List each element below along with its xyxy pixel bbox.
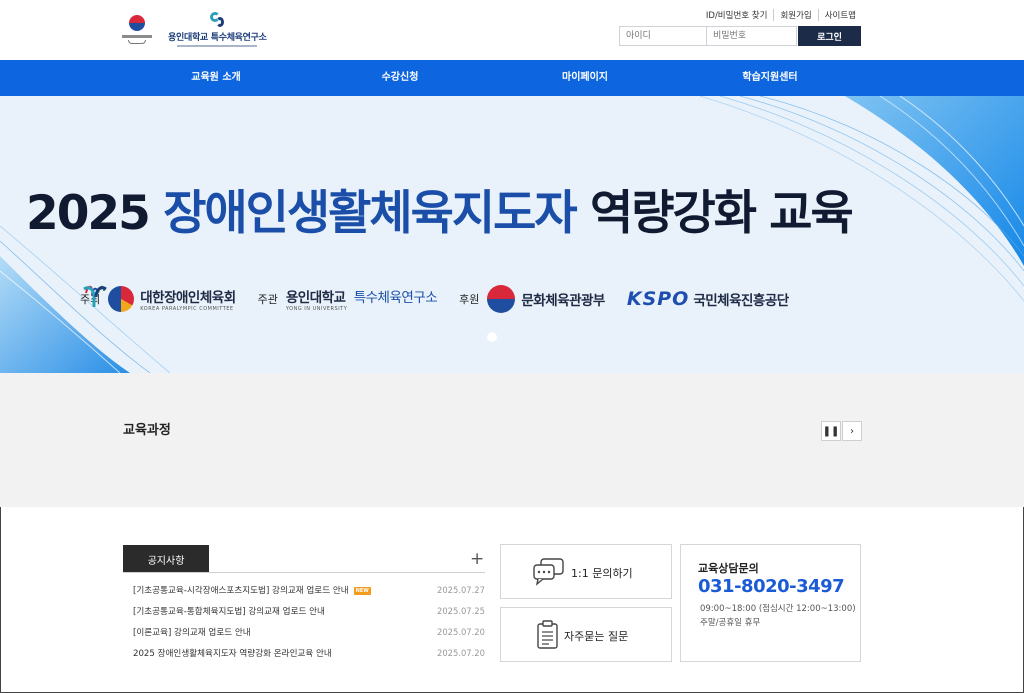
contact-phone[interactable]: 031-8020-3497 (698, 576, 845, 597)
kspo-logo: KSPO (626, 288, 690, 310)
signup-link[interactable]: 회원가입 (773, 9, 817, 21)
notice-item[interactable]: [기초공통교육-시각장애스포츠지도법] 강의교재 업로드 안내 NEW 2025.… (133, 582, 485, 598)
notice-date: 2025.07.20 (437, 627, 485, 637)
org-name: 국민체육진흥공단 (693, 293, 789, 309)
banner-title-main: 장애인생활체육지도자 (163, 186, 577, 241)
notice-item[interactable]: [이론교육] 강의교재 업로드 안내 2025.07.20 (133, 624, 485, 640)
next-button[interactable]: › (842, 421, 862, 441)
contact-card: 교육상담문의 031-8020-3497 09:00~18:00 (점심시간 1… (680, 544, 861, 662)
notice-title: [기초공통교육-시각장애스포츠지도법] 강의교재 업로드 안내 (133, 586, 349, 596)
id-input[interactable] (619, 26, 707, 46)
org-name: 용인대학교 (285, 290, 346, 306)
banner-title-year: 2025 (26, 186, 151, 241)
password-input[interactable] (707, 26, 797, 46)
faq-label: 자주묻는 질문 (564, 630, 629, 643)
find-id-password-link[interactable]: ID/비밀번호 찾기 (700, 9, 774, 21)
org-role: 주관 (257, 293, 278, 306)
logo-group[interactable]: 용인대학교 특수체육연구소 (122, 12, 267, 47)
clipboard-icon (537, 620, 558, 649)
inquiry-card[interactable]: 1:1 문의하기 (500, 544, 672, 599)
yongin-emblem-icon (83, 286, 107, 307)
notice-date: 2025.07.27 (437, 585, 485, 595)
notice-date: 2025.07.25 (437, 606, 485, 616)
org-name: 문화체육관광부 (521, 293, 605, 309)
nav-item-learning-center[interactable]: 학습지원센터 (700, 60, 840, 96)
nav-item-mypage[interactable]: 마이페이지 (515, 60, 655, 96)
contact-hours: 09:00~18:00 (점심시간 12:00~13:00) (700, 604, 856, 614)
notice-title: [이론교육] 강의교재 업로드 안내 (133, 628, 251, 638)
pause-button[interactable]: ❚❚ (821, 421, 841, 441)
taegeuk-emblem-icon (487, 285, 516, 313)
nav-item-about[interactable]: 교육원 소개 (146, 60, 286, 96)
notice-item[interactable]: 2025 장애인생활체육지도자 역량강화 온라인교육 안내 2025.07.20 (133, 645, 485, 661)
course-section: 교육과정 ❚❚ › (0, 373, 1024, 507)
more-button[interactable]: + (470, 549, 484, 569)
notice-date: 2025.07.20 (437, 648, 485, 658)
notice-item[interactable]: [기초공통교육-통합체육지도법] 강의교재 업로드 안내 2025.07.25 (133, 603, 485, 619)
paralympic-emblem-icon (108, 286, 135, 312)
nav-item-enroll[interactable]: 수강신청 (330, 60, 470, 96)
faq-card[interactable]: 자주묻는 질문 (500, 607, 672, 662)
utility-links: ID/비밀번호 찾기 회원가입 사이트맵 (700, 9, 862, 21)
notice-title: 2025 장애인생활체육지도자 역량강화 온라인교육 안내 (133, 649, 332, 659)
banner-title: 2025 장애인생활체육지도자 역량강화 교육 (26, 174, 854, 243)
pause-icon: ❚❚ (822, 425, 840, 437)
org-organizer: 주관 용인대학교 특수체육연구소 YONG IN UNIVERSITY (83, 286, 438, 312)
inquiry-label: 1:1 문의하기 (571, 567, 633, 580)
contact-title: 교육상담문의 (698, 562, 759, 575)
banner-organizations: 주최 대한장애인체육회 KOREA PARALYMPIC COMMITTEE 주… (80, 283, 811, 315)
main-nav: 교육원 소개 수강신청 마이페이지 학습지원센터 (0, 60, 1024, 96)
org-kspo: KSPO 국민체육진흥공단 (627, 288, 789, 310)
chat-bubble-icon (533, 558, 564, 586)
login-form: 로그인 (619, 26, 861, 46)
yongin-institute-logo[interactable]: 용인대학교 특수체육연구소 (168, 12, 267, 47)
org-role: 후원 (459, 293, 480, 306)
banner-pagination-dot[interactable] (487, 332, 497, 342)
org-subline: YONG IN UNIVERSITY (285, 306, 348, 312)
notice-tab[interactable]: 공지사항 (123, 545, 209, 573)
site-header: 용인대학교 특수체육연구소 ID/비밀번호 찾기 회원가입 사이트맵 로그인 (0, 0, 1024, 60)
paralympic-committee-logo[interactable] (122, 13, 152, 47)
banner-title-suffix: 역량강화 교육 (589, 186, 854, 241)
org-name-sub: 특수체육연구소 (353, 290, 438, 306)
divider (123, 572, 485, 573)
notice-title: [기초공통교육-통합체육지도법] 강의교재 업로드 안내 (133, 607, 325, 617)
org-name: 대한장애인체육회 (140, 290, 236, 306)
hero-banner[interactable]: 2025 장애인생활체육지도자 역량강화 교육 주최 대한장애인체육회 KORE… (0, 96, 1024, 373)
new-badge: NEW (353, 586, 371, 595)
section-title: 교육과정 (123, 423, 171, 438)
sitemap-link[interactable]: 사이트맵 (817, 9, 862, 21)
chevron-right-icon: › (850, 425, 854, 437)
org-sponsor: 후원 문화체육관광부 (459, 285, 605, 313)
org-subline: KOREA PARALYMPIC COMMITTEE (140, 306, 234, 312)
logo-text: 용인대학교 특수체육연구소 (168, 33, 267, 43)
login-button[interactable]: 로그인 (798, 26, 861, 46)
contact-off-days: 주말/공휴일 휴무 (700, 618, 761, 628)
